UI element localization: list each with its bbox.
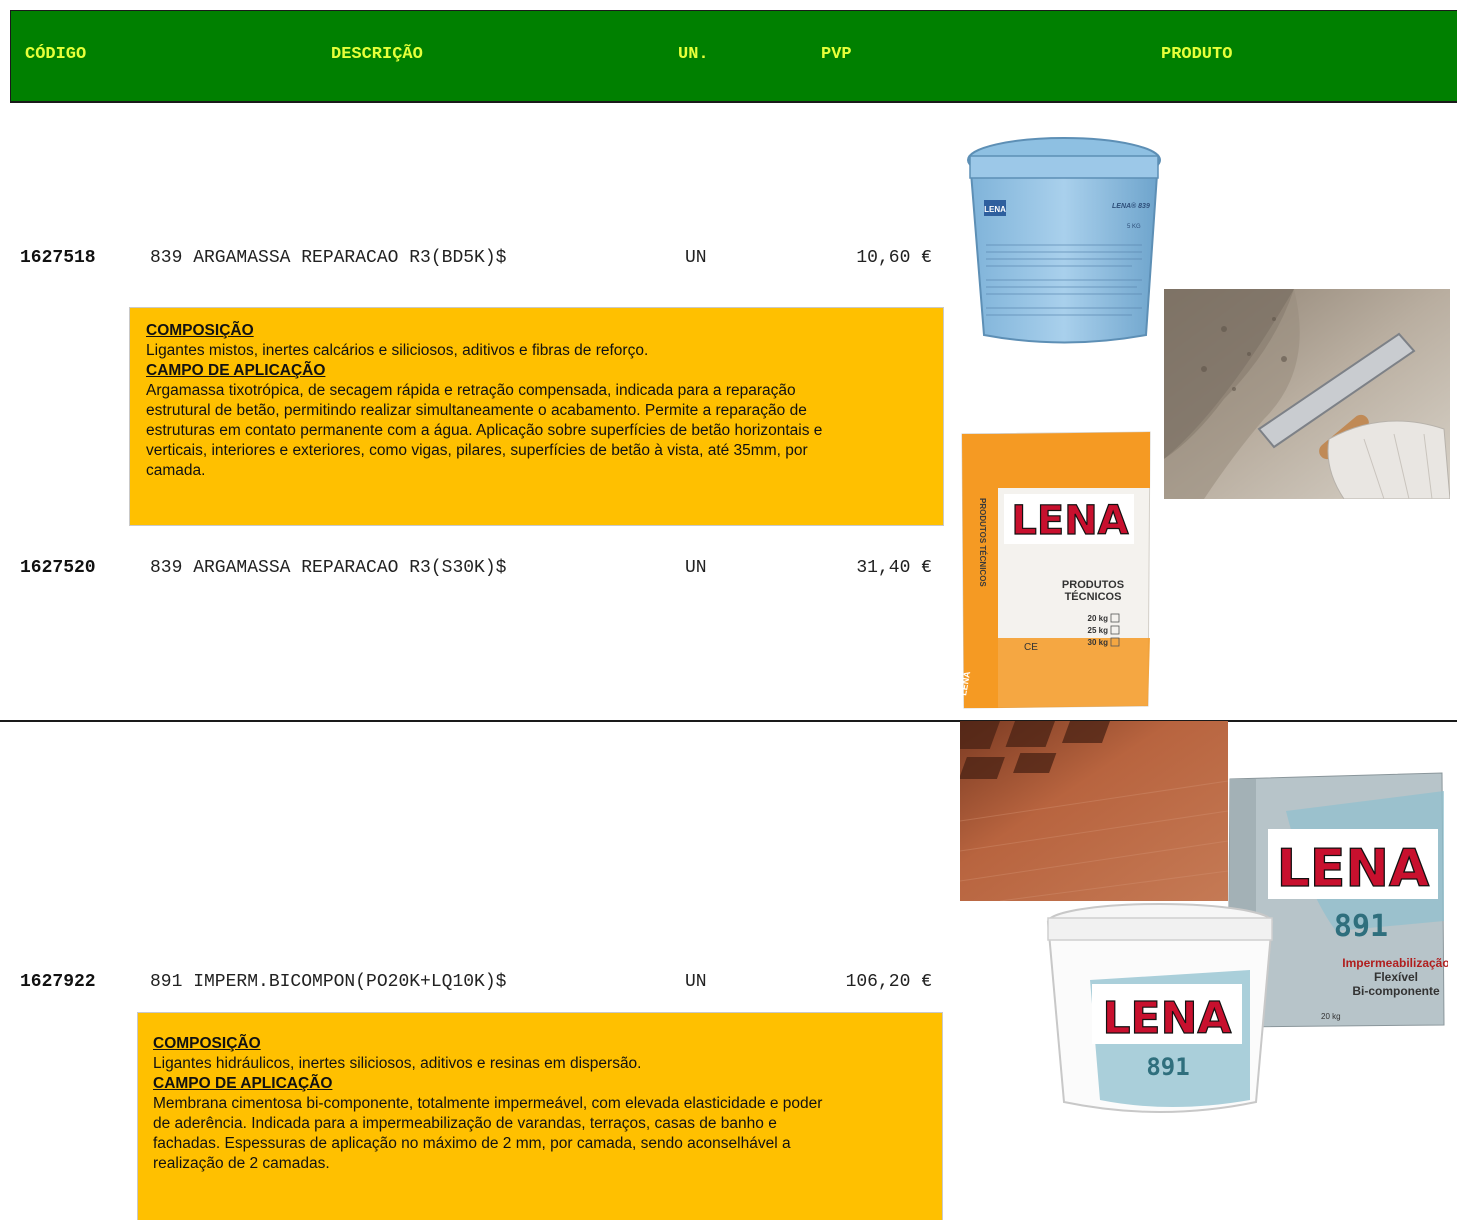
- header-product: PRODUTO: [1161, 45, 1233, 64]
- product-info-box: COMPOSIÇÃO Ligantes mistos, inertes calc…: [129, 307, 944, 526]
- application-text-line: Argamassa tixotrópica, de secagem rápida…: [146, 382, 796, 399]
- product-unit: UN: [685, 972, 707, 992]
- product-code: 1627922: [20, 972, 96, 992]
- product-description: 839 ARGAMASSA REPARACAO R3(S30K)$: [150, 558, 507, 578]
- header-description: DESCRIÇÃO: [331, 45, 423, 64]
- bag-891-title-line3: Bi-componente: [1352, 984, 1440, 998]
- application-text-line: realização de 2 camadas.: [153, 1155, 330, 1172]
- bucket-839-label: LENA® 839: [1112, 202, 1150, 210]
- bag-891-brand: LENA: [1277, 839, 1429, 899]
- section-divider: [0, 720, 1457, 722]
- application-text-line: estruturas em contato permanente com a á…: [146, 422, 823, 439]
- composition-heading: COMPOSIÇÃO: [153, 1035, 261, 1052]
- product-description: 891 IMPERM.BICOMPON(PO20K+LQ10K)$: [150, 972, 507, 992]
- bag-839-title-line2: TÉCNICOS: [1065, 590, 1122, 603]
- application-text-line: estrutural de betão, permitindo realizar…: [146, 402, 807, 419]
- bag-839-weight2: 25 kg: [1088, 626, 1109, 635]
- header-unit: UN.: [678, 45, 709, 64]
- product-price: 106,20 €: [845, 972, 932, 992]
- application-text-line: verticais, interiores e exteriores, como…: [146, 442, 808, 459]
- bucket-891-brand: LENA: [1103, 993, 1232, 1044]
- bag-839-weight1: 20 kg: [1088, 614, 1109, 623]
- application-heading: CAMPO DE APLICAÇÃO: [146, 362, 326, 379]
- product-price: 31,40 €: [856, 558, 932, 578]
- header-price: PVP: [821, 45, 852, 64]
- bucket-839-brand: LENA: [984, 205, 1006, 214]
- application-text-line: fachadas. Espessuras de aplicação no máx…: [153, 1135, 791, 1152]
- bucket-891-image: LENA 891: [1046, 903, 1274, 1113]
- bucket-839-volume: 5 KG: [1127, 224, 1141, 230]
- trowel-application-photo: [1164, 289, 1450, 499]
- bucket-839-image: LENA LENA® 839 5 KG: [967, 137, 1161, 344]
- product-unit: UN: [685, 248, 707, 268]
- product-code: 1627520: [20, 558, 96, 578]
- product-info-box: COMPOSIÇÃO Ligantes hidráulicos, inertes…: [137, 1012, 943, 1220]
- bag-891-title-line1: Impermeabilização: [1342, 956, 1448, 970]
- product-code: 1627518: [20, 248, 96, 268]
- composition-heading: COMPOSIÇÃO: [146, 322, 254, 339]
- bag-839-brand: LENA: [1011, 498, 1128, 544]
- product-price: 10,60 €: [856, 248, 932, 268]
- product-description: 839 ARGAMASSA REPARACAO R3(BD5K)$: [150, 248, 507, 268]
- bag-839-side-text: PRODUTOS TÉCNICOS: [978, 498, 987, 587]
- bag-891-title-line2: Flexível: [1374, 970, 1418, 984]
- bag-839-title-line1: PRODUTOS: [1062, 579, 1124, 591]
- table-header: CÓDIGO DESCRIÇÃO UN. PVP PRODUTO: [10, 10, 1457, 103]
- bucket-891-model: 891: [1146, 1053, 1189, 1081]
- composition-text: Ligantes mistos, inertes calcários e sil…: [146, 342, 649, 359]
- application-heading: CAMPO DE APLICAÇÃO: [153, 1075, 333, 1092]
- application-text-line: Membrana cimentosa bi-componente, totalm…: [153, 1095, 823, 1112]
- bag-839-image: PRODUTOS TÉCNICOS LENA PRODUTOS TÉCNICOS…: [958, 428, 1158, 710]
- bag-891-weight: 20 kg: [1321, 1012, 1341, 1021]
- product-unit: UN: [685, 558, 707, 578]
- application-text-line: de aderência. Indicada para a impermeabi…: [153, 1115, 777, 1132]
- composition-text: Ligantes hidráulicos, inertes siliciosos…: [153, 1055, 642, 1072]
- bag-839-weight3: 30 kg: [1088, 638, 1109, 647]
- header-code: CÓDIGO: [25, 45, 87, 64]
- application-text-line: camada.: [146, 462, 206, 479]
- bag-839-ce-mark: CE: [1024, 642, 1038, 653]
- bag-891-model: 891: [1334, 909, 1388, 944]
- terrace-surface-photo: [960, 721, 1228, 901]
